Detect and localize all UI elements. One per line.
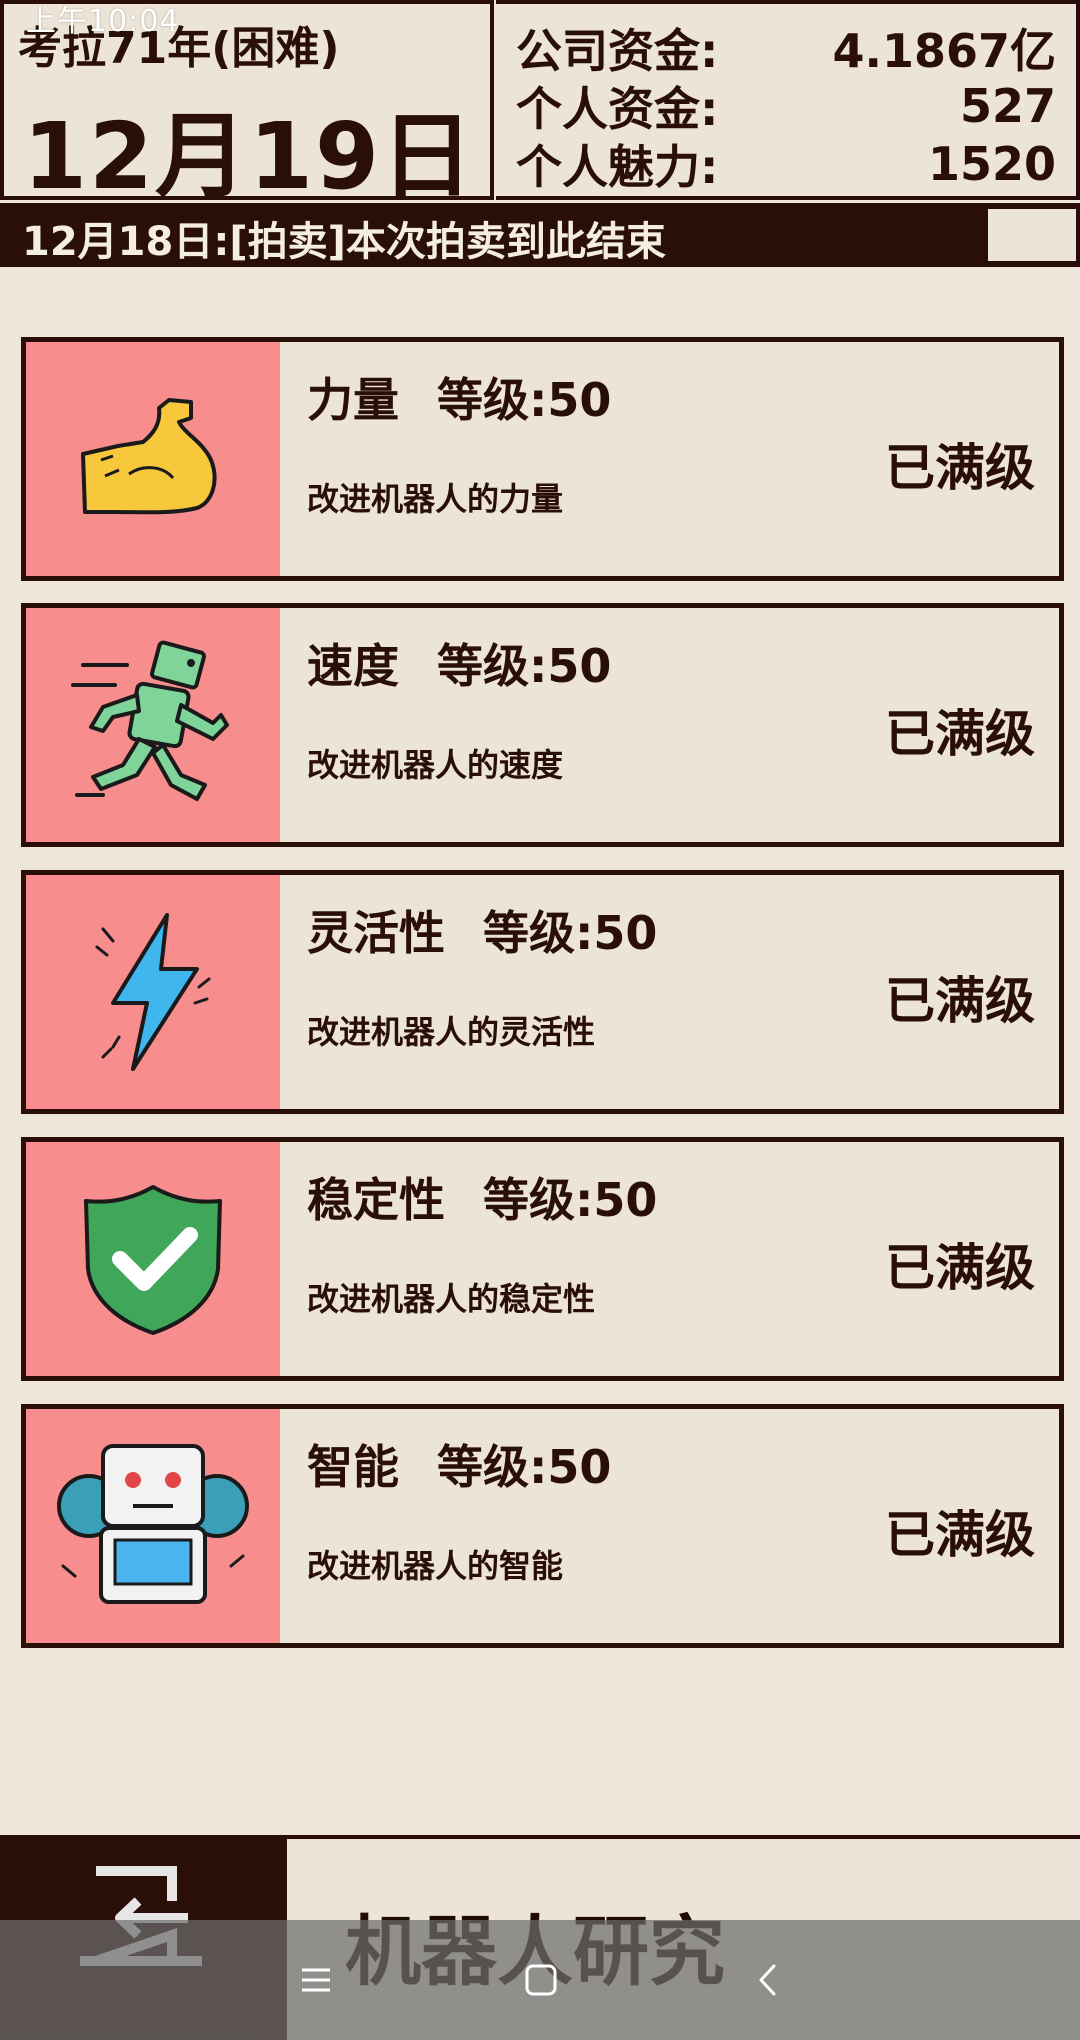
- card-icon-panel: [26, 342, 280, 576]
- stat-label: 个人魅力:: [516, 140, 719, 194]
- lightning-bolt-icon: [95, 913, 211, 1071]
- stats-panel: 公司资金: 4.1867亿 个人资金: 527 个人魅力: 1520: [496, 0, 1080, 200]
- research-title: 灵活性 等级:50: [307, 897, 657, 963]
- menu-icon: [302, 1968, 330, 1992]
- stat-label: 个人资金:: [516, 82, 719, 136]
- stat-label: 公司资金:: [516, 24, 719, 78]
- research-title: 力量 等级:50: [307, 364, 611, 430]
- research-description: 改进机器人的灵活性: [307, 1013, 596, 1051]
- running-robot-icon: [71, 640, 229, 801]
- research-title: 智能 等级:50: [307, 1431, 611, 1497]
- back-chevron-icon: [759, 1964, 776, 1996]
- stat-company-funds: 公司资金: 4.1867亿: [516, 20, 1056, 78]
- event-log-bar[interactable]: 12月18日:[拍卖]本次拍卖到此结束: [0, 203, 1080, 267]
- current-date: 12月19日: [22, 103, 476, 210]
- shield-check-icon: [84, 1185, 222, 1335]
- research-name: 稳定性: [307, 1173, 445, 1227]
- research-title: 稳定性 等级:50: [307, 1164, 657, 1230]
- stat-charisma: 个人魅力: 1520: [516, 136, 1056, 194]
- nav-menu-button[interactable]: [256, 1920, 376, 2040]
- research-status: 已满级: [885, 1506, 1035, 1564]
- research-status: 已满级: [885, 439, 1035, 497]
- research-status: 已满级: [885, 972, 1035, 1030]
- research-card-speed[interactable]: 速度 等级:50 改进机器人的速度 已满级: [21, 603, 1064, 847]
- event-log-text: 12月18日:[拍卖]本次拍卖到此结束: [22, 219, 666, 265]
- status-bar-time: 上午10:04: [26, 4, 180, 39]
- card-icon-panel: [26, 608, 280, 842]
- research-name: 速度: [307, 639, 399, 693]
- research-name: 灵活性: [307, 906, 445, 960]
- stat-value: 4.1867亿: [832, 24, 1056, 78]
- card-icon-panel: [26, 1409, 280, 1643]
- stat-value: 1520: [927, 137, 1056, 191]
- log-expand-box[interactable]: [988, 209, 1076, 261]
- research-description: 改进机器人的力量: [307, 480, 564, 518]
- research-card-stability[interactable]: 稳定性 等级:50 改进机器人的稳定性 已满级: [21, 1137, 1064, 1381]
- research-level: 等级:50: [437, 1440, 612, 1494]
- card-icon-panel: [26, 875, 280, 1109]
- research-level: 等级:50: [437, 373, 612, 427]
- research-card-strength[interactable]: 力量 等级:50 改进机器人的力量 已满级: [21, 337, 1064, 581]
- research-status: 已满级: [885, 705, 1035, 763]
- research-description: 改进机器人的稳定性: [307, 1280, 596, 1318]
- research-name: 智能: [307, 1440, 399, 1494]
- home-square-icon: [525, 1964, 557, 1996]
- research-level: 等级:50: [483, 906, 658, 960]
- research-level: 等级:50: [437, 639, 612, 693]
- research-card-agility[interactable]: 灵活性 等级:50 改进机器人的灵活性 已满级: [21, 870, 1064, 1114]
- research-title: 速度 等级:50: [307, 630, 611, 696]
- research-description: 改进机器人的速度: [307, 746, 564, 784]
- system-nav-bar: [0, 1920, 1080, 2040]
- robot-gear-icon: [57, 1444, 249, 1604]
- research-name: 力量: [307, 373, 399, 427]
- research-card-intelligence[interactable]: 智能 等级:50 改进机器人的智能 已满级: [21, 1404, 1064, 1648]
- stat-value: 527: [959, 79, 1056, 133]
- flexed-arm-icon: [81, 398, 217, 515]
- stat-personal-funds: 个人资金: 527: [516, 78, 1056, 136]
- card-icon-panel: [26, 1142, 280, 1376]
- research-description: 改进机器人的智能: [307, 1547, 564, 1585]
- nav-back-button[interactable]: [708, 1920, 828, 2040]
- nav-home-button[interactable]: [481, 1920, 601, 2040]
- research-status: 已满级: [885, 1239, 1035, 1297]
- research-level: 等级:50: [483, 1173, 658, 1227]
